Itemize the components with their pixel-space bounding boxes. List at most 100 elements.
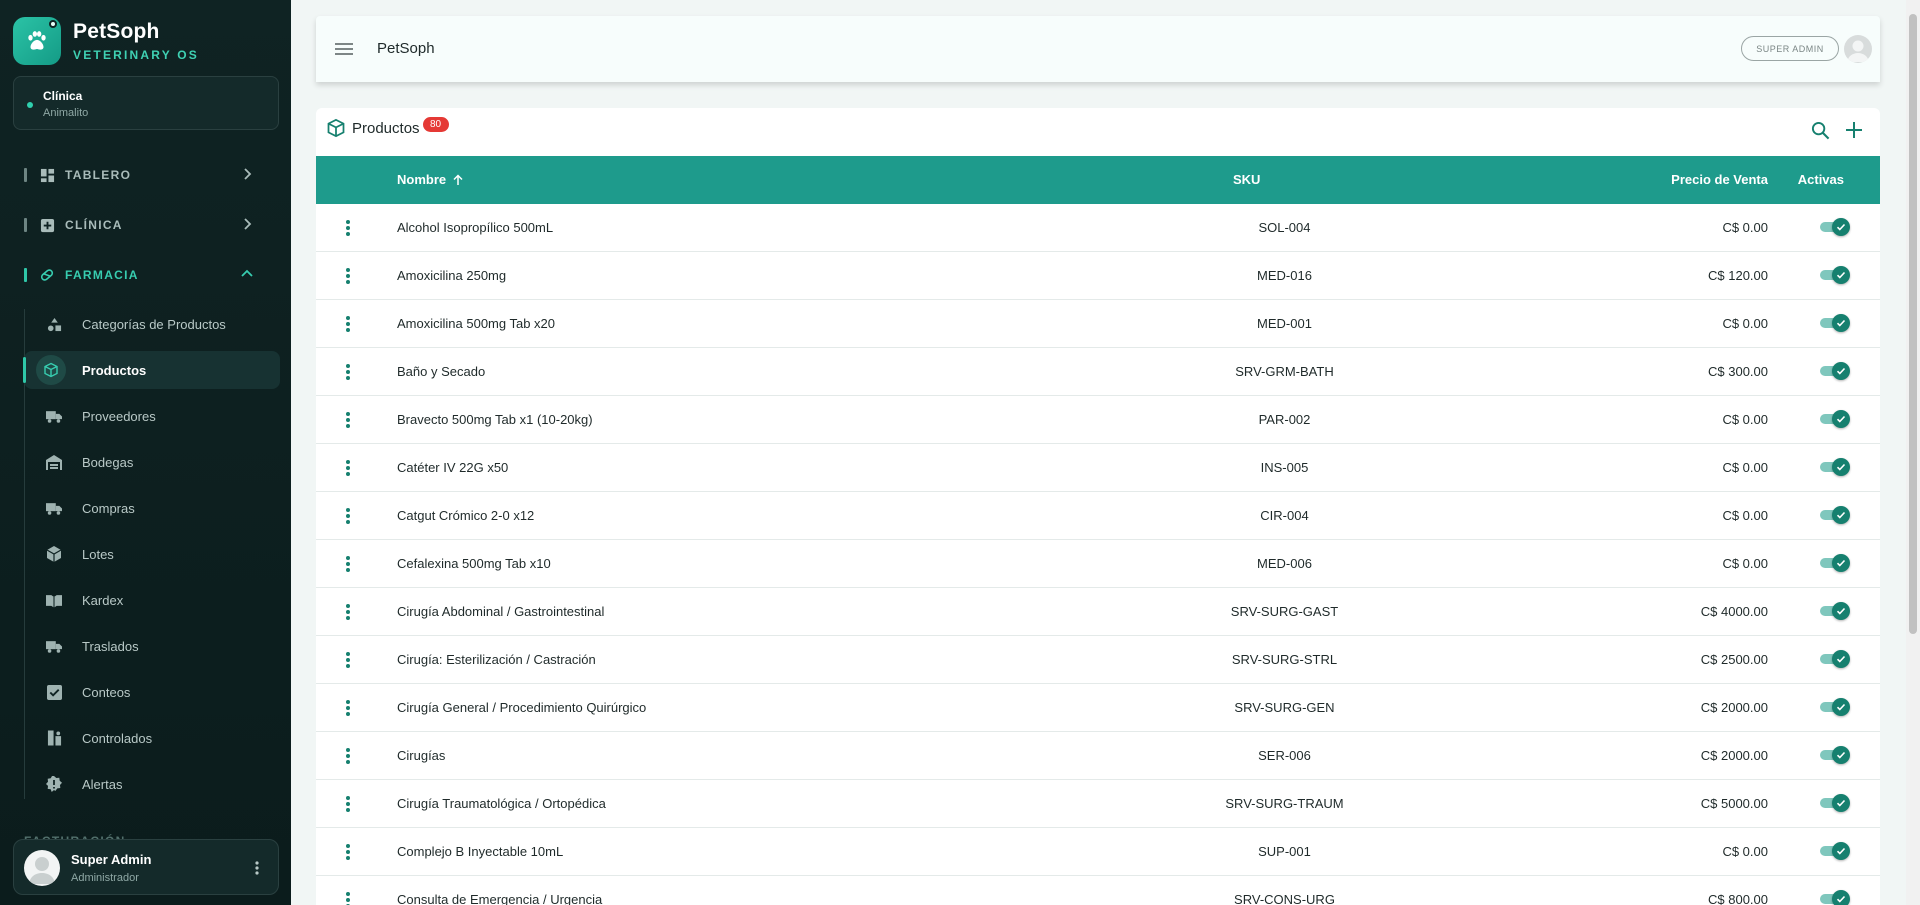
table-row[interactable]: Catgut Crómico 2-0 x12 CIR-004 C$ 0.00 [316, 492, 1880, 540]
table-row[interactable]: Cirugía Traumatológica / Ortopédica SRV-… [316, 780, 1880, 828]
clinic-selector[interactable]: Clínica Animalito [13, 76, 279, 130]
table-row[interactable]: Cirugías SER-006 C$ 2000.00 [316, 732, 1880, 780]
active-toggle[interactable] [1820, 266, 1850, 284]
sidebar-item-label: Kardex [82, 593, 124, 608]
row-more-vertical-icon[interactable] [340, 554, 356, 574]
hamburger-menu-icon[interactable] [334, 40, 354, 58]
table-row[interactable]: Cirugía General / Procedimiento Quirúrgi… [316, 684, 1880, 732]
active-toggle[interactable] [1820, 506, 1850, 524]
row-more-vertical-icon[interactable] [340, 698, 356, 718]
more-vertical-icon[interactable] [250, 859, 264, 877]
table-row[interactable]: Cirugía: Esterilización / Castración SRV… [316, 636, 1880, 684]
active-toggle[interactable] [1820, 890, 1850, 905]
sidebar-item-label: Alertas [82, 777, 123, 792]
column-header-sku[interactable]: SKU [1233, 172, 1260, 187]
row-more-vertical-icon[interactable] [340, 266, 356, 286]
cell-price: C$ 5000.00 [1700, 796, 1768, 811]
row-more-vertical-icon[interactable] [340, 506, 356, 526]
nav-section-farmacia[interactable]: FARMACIA [24, 264, 254, 286]
row-more-vertical-icon[interactable] [340, 362, 356, 382]
sidebar-item-conteos[interactable]: Conteos [24, 673, 280, 711]
column-header-activas[interactable]: Activas [1798, 172, 1844, 187]
sidebar-item-controlados[interactable]: Controlados [24, 719, 280, 757]
row-more-vertical-icon[interactable] [340, 650, 356, 670]
cell-price: C$ 4000.00 [1700, 604, 1768, 619]
box-icon [326, 118, 346, 138]
check-icon [1832, 554, 1850, 572]
cell-price: C$ 0.00 [1722, 460, 1768, 475]
sidebar-item-bodegas[interactable]: Bodegas [24, 443, 280, 481]
cell-name: Complejo B Inyectable 10mL [397, 844, 564, 859]
active-toggle[interactable] [1820, 842, 1850, 860]
cell-name: Cirugía Traumatológica / Ortopédica [397, 796, 606, 811]
active-toggle[interactable] [1820, 458, 1850, 476]
sidebar-item-kardex[interactable]: Kardex [24, 581, 280, 619]
sidebar-item-label: Controlados [82, 731, 153, 746]
cell-sku: INS-005 [1260, 460, 1309, 475]
medical-plus-icon [39, 217, 55, 233]
row-more-vertical-icon[interactable] [340, 890, 356, 905]
row-more-vertical-icon[interactable] [340, 794, 356, 814]
table-row[interactable]: Cefalexina 500mg Tab x10 MED-006 C$ 0.00 [316, 540, 1880, 588]
row-more-vertical-icon[interactable] [340, 746, 356, 766]
check-icon [1832, 746, 1850, 764]
active-toggle[interactable] [1820, 698, 1850, 716]
scrollbar-thumb[interactable] [1909, 14, 1917, 634]
active-toggle[interactable] [1820, 362, 1850, 380]
active-toggle[interactable] [1820, 794, 1850, 812]
table-body: Alcohol Isopropílico 500mL SOL-004 C$ 0.… [316, 204, 1880, 905]
alert-icon [46, 776, 62, 792]
check-icon [1832, 650, 1850, 668]
table-row[interactable]: Catéter IV 22G x50 INS-005 C$ 0.00 [316, 444, 1880, 492]
column-header-precio[interactable]: Precio de Venta [1671, 172, 1768, 187]
row-more-vertical-icon[interactable] [340, 458, 356, 478]
sidebar-item-productos[interactable]: Productos [23, 351, 280, 389]
cell-price: C$ 120.00 [1708, 268, 1768, 283]
active-toggle[interactable] [1820, 602, 1850, 620]
cell-name: Baño y Secado [397, 364, 486, 379]
row-more-vertical-icon[interactable] [340, 218, 356, 238]
active-toggle[interactable] [1820, 746, 1850, 764]
table-row[interactable]: Bravecto 500mg Tab x1 (10-20kg) PAR-002 … [316, 396, 1880, 444]
column-header-nombre[interactable]: Nombre [397, 172, 464, 187]
chevron-right-icon [240, 167, 254, 181]
table-row[interactable]: Baño y Secado SRV-GRM-BATH C$ 300.00 [316, 348, 1880, 396]
table-row[interactable]: Alcohol Isopropílico 500mL SOL-004 C$ 0.… [316, 204, 1880, 252]
page-scrollbar[interactable] [1906, 0, 1920, 905]
table-row[interactable]: Consulta de Emergencia / Urgencia SRV-CO… [316, 876, 1880, 905]
sidebar-item-lotes[interactable]: Lotes [24, 535, 280, 573]
sidebar-item-traslados[interactable]: Traslados [24, 627, 280, 665]
cell-name: Cefalexina 500mg Tab x10 [397, 556, 551, 571]
brand[interactable]: PetSoph VETERINARY OS [13, 17, 199, 65]
sidebar-item-proveedores[interactable]: Proveedores [24, 397, 280, 435]
clinic-label: Clínica [43, 89, 83, 103]
search-icon[interactable] [1810, 120, 1830, 140]
table-row[interactable]: Complejo B Inyectable 10mL SUP-001 C$ 0.… [316, 828, 1880, 876]
active-toggle[interactable] [1820, 218, 1850, 236]
row-more-vertical-icon[interactable] [340, 314, 356, 334]
brand-name: PetSoph [73, 20, 160, 43]
user-card[interactable]: Super Admin Administrador [13, 839, 279, 895]
sidebar-item-compras[interactable]: Compras [24, 489, 280, 527]
active-toggle[interactable] [1820, 554, 1850, 572]
active-toggle[interactable] [1820, 314, 1850, 332]
row-more-vertical-icon[interactable] [340, 410, 356, 430]
active-toggle[interactable] [1820, 650, 1850, 668]
check-icon [1832, 698, 1850, 716]
nav-section-clinica[interactable]: CLÍNICA [24, 214, 254, 236]
add-icon[interactable] [1844, 120, 1864, 140]
checkbox-icon [46, 684, 62, 700]
row-more-vertical-icon[interactable] [340, 602, 356, 622]
table-row[interactable]: Cirugía Abdominal / Gastrointestinal SRV… [316, 588, 1880, 636]
cell-sku: SRV-SURG-STRL [1231, 652, 1338, 667]
header-avatar[interactable] [1844, 35, 1872, 63]
table-row[interactable]: Amoxicilina 250mg MED-016 C$ 120.00 [316, 252, 1880, 300]
row-more-vertical-icon[interactable] [340, 842, 356, 862]
sidebar-item-categorias[interactable]: Categorías de Productos [24, 305, 280, 343]
active-toggle[interactable] [1820, 410, 1850, 428]
cell-sku: PAR-002 [1258, 412, 1311, 427]
nav-section-tablero[interactable]: TABLERO [24, 164, 254, 186]
table-row[interactable]: Amoxicilina 500mg Tab x20 MED-001 C$ 0.0… [316, 300, 1880, 348]
check-icon [1832, 410, 1850, 428]
sidebar-item-alertas[interactable]: Alertas [24, 765, 280, 803]
